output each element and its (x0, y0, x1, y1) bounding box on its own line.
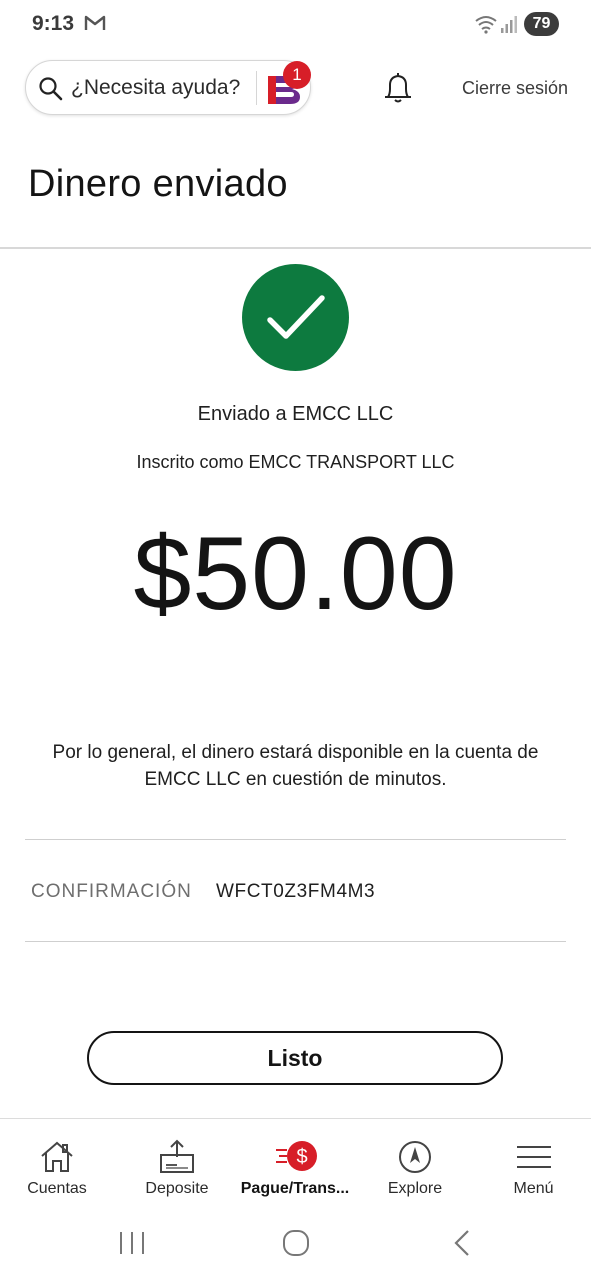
status-bar: 9:13 79 (0, 0, 591, 48)
success-check-icon (242, 264, 349, 371)
divider (256, 71, 257, 105)
bottom-nav: Cuentas Deposite $ Pague/Trans... Explor… (0, 1118, 591, 1206)
sent-to-text: Enviado a EMCC LLC (197, 403, 394, 425)
enrolled-as-text: Inscrito como EMCC TRANSPORT LLC (136, 452, 455, 472)
system-nav-bar (0, 1207, 591, 1280)
nav-label: Menú (513, 1180, 554, 1197)
wifi-icon (474, 14, 498, 39)
signal-icon (500, 14, 518, 39)
nav-item-pay-transfer[interactable]: $ Pague/Trans... (236, 1119, 354, 1207)
notification-badge: 1 (283, 61, 311, 89)
logout-link[interactable]: Cierre sesión (462, 78, 568, 99)
availability-message: Por lo general, el dinero estará disponi… (52, 742, 539, 790)
back-icon[interactable] (452, 1229, 472, 1262)
nav-label: Explore (387, 1180, 443, 1197)
bell-icon[interactable] (380, 70, 416, 111)
confirmation-number: WFCT0Z3FM4M3 (216, 881, 376, 902)
svg-text:$: $ (296, 1146, 307, 1168)
home-button-icon[interactable] (282, 1229, 310, 1262)
gmail-icon (84, 14, 106, 37)
pay-transfer-icon: $ (274, 1139, 320, 1180)
battery-indicator: 79 (524, 12, 559, 36)
home-icon (39, 1139, 75, 1180)
nav-label: Cuentas (27, 1180, 87, 1197)
hamburger-menu-icon (516, 1139, 552, 1180)
search-icon (38, 76, 64, 107)
nav-item-accounts[interactable]: Cuentas (0, 1119, 114, 1207)
recent-apps-icon[interactable] (118, 1230, 146, 1261)
help-search-label: ¿Necesita ayuda? (71, 76, 241, 99)
status-time: 9:13 (32, 12, 75, 35)
nav-item-menu[interactable]: Menú (476, 1119, 591, 1207)
divider (25, 839, 566, 840)
compass-icon (397, 1139, 433, 1180)
confirmation-label: CONFIRMACIÓN (31, 881, 192, 902)
deposit-icon (159, 1139, 195, 1180)
help-search-bar[interactable]: ¿Necesita ayuda? (25, 60, 311, 115)
nav-label: Pague/Trans... (240, 1180, 350, 1197)
divider (25, 941, 566, 942)
nav-item-deposit[interactable]: Deposite (118, 1119, 236, 1207)
divider (0, 247, 591, 249)
page-title: Dinero enviado (28, 163, 288, 205)
sent-amount: $50.00 (133, 516, 458, 632)
done-button[interactable]: Listo (87, 1031, 503, 1085)
nav-item-explore[interactable]: Explore (356, 1119, 474, 1207)
nav-label: Deposite (145, 1180, 209, 1197)
